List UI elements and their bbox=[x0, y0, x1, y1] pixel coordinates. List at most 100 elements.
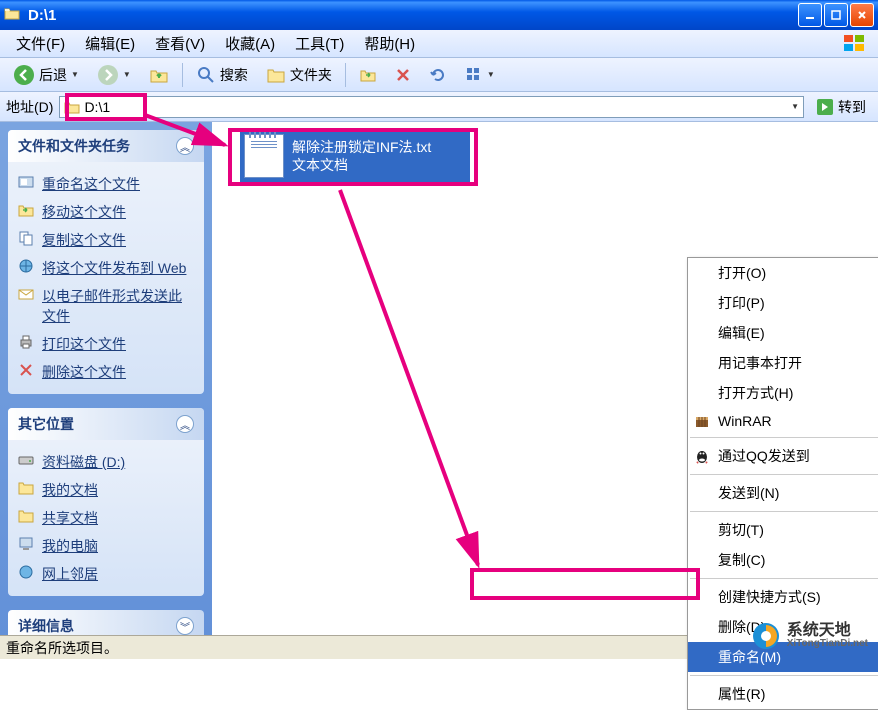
ctx-properties[interactable]: 属性(R) bbox=[688, 679, 878, 709]
move-to-button[interactable] bbox=[352, 63, 384, 87]
other-places-panel: 其它位置 ︽ 资料磁盘 (D:) 我的文档 共享文档 我的电脑 网上邻居 bbox=[8, 408, 204, 596]
rename-icon bbox=[18, 174, 34, 190]
ctx-qq-send[interactable]: 通过QQ发送到 bbox=[688, 441, 878, 471]
ctx-send-to[interactable]: 发送到(N)▶ bbox=[688, 478, 878, 508]
delete-icon bbox=[18, 362, 34, 378]
toolbar: 后退 ▼ ▼ 搜索 文件夹 ▼ bbox=[0, 58, 878, 92]
sidebar: 文件和文件夹任务 ︽ 重命名这个文件 移动这个文件 复制这个文件 将这个文件发布… bbox=[0, 122, 212, 659]
task-email[interactable]: 以电子邮件形式发送此文件 bbox=[18, 282, 194, 330]
menu-help[interactable]: 帮助(H) bbox=[354, 31, 425, 56]
winrar-icon bbox=[694, 413, 710, 429]
other-places-header[interactable]: 其它位置 ︽ bbox=[8, 408, 204, 440]
menu-file[interactable]: 文件(F) bbox=[6, 31, 75, 56]
file-item[interactable]: 解除注册锁定INF法.txt 文本文档 bbox=[240, 130, 470, 182]
documents-icon bbox=[18, 480, 34, 496]
ctx-open[interactable]: 打开(O) bbox=[688, 258, 878, 288]
address-path: D:\1 bbox=[84, 99, 110, 115]
place-network[interactable]: 网上邻居 bbox=[18, 560, 194, 588]
menu-bar: 文件(F) 编辑(E) 查看(V) 收藏(A) 工具(T) 帮助(H) bbox=[0, 30, 878, 58]
address-label: 地址(D) bbox=[6, 97, 53, 117]
up-folder-icon bbox=[149, 65, 169, 85]
expand-icon: ︾ bbox=[176, 617, 194, 635]
tasks-panel: 文件和文件夹任务 ︽ 重命名这个文件 移动这个文件 复制这个文件 将这个文件发布… bbox=[8, 130, 204, 394]
shared-icon bbox=[18, 508, 34, 524]
forward-icon bbox=[97, 64, 119, 86]
folder-icon bbox=[4, 6, 22, 24]
go-icon bbox=[816, 98, 834, 116]
views-button[interactable]: ▼ bbox=[458, 63, 502, 87]
dropdown-icon: ▼ bbox=[123, 70, 131, 79]
delete-button[interactable] bbox=[388, 64, 418, 86]
views-icon bbox=[465, 66, 483, 84]
menu-favorites[interactable]: 收藏(A) bbox=[215, 31, 285, 56]
window-controls bbox=[798, 3, 874, 27]
place-documents[interactable]: 我的文档 bbox=[18, 476, 194, 504]
ctx-separator bbox=[690, 511, 878, 512]
computer-icon bbox=[18, 536, 34, 552]
folder-icon bbox=[64, 100, 80, 114]
window-titlebar: D:\1 bbox=[0, 0, 878, 30]
watermark: 系统天地 XiTongTianDi.net bbox=[751, 621, 868, 651]
back-icon bbox=[13, 64, 35, 86]
tasks-panel-header[interactable]: 文件和文件夹任务 ︽ bbox=[8, 130, 204, 162]
print-icon bbox=[18, 334, 34, 350]
search-icon bbox=[196, 65, 216, 85]
back-button[interactable]: 后退 ▼ bbox=[6, 61, 86, 89]
folders-icon bbox=[266, 65, 286, 85]
task-move[interactable]: 移动这个文件 bbox=[18, 198, 194, 226]
maximize-button[interactable] bbox=[824, 3, 848, 27]
move-icon bbox=[18, 202, 34, 218]
close-button[interactable] bbox=[850, 3, 874, 27]
minimize-button[interactable] bbox=[798, 3, 822, 27]
watermark-url: XiTongTianDi.net bbox=[787, 639, 868, 649]
copy-icon bbox=[18, 230, 34, 246]
ctx-separator bbox=[690, 437, 878, 438]
ctx-separator bbox=[690, 474, 878, 475]
network-icon bbox=[18, 564, 34, 580]
ctx-notepad[interactable]: 用记事本打开 bbox=[688, 348, 878, 378]
forward-button[interactable]: ▼ bbox=[90, 61, 138, 89]
watermark-name: 系统天地 bbox=[787, 623, 868, 639]
menu-view[interactable]: 查看(V) bbox=[145, 31, 215, 56]
place-drive[interactable]: 资料磁盘 (D:) bbox=[18, 448, 194, 476]
menu-tools[interactable]: 工具(T) bbox=[285, 31, 354, 56]
task-print[interactable]: 打印这个文件 bbox=[18, 330, 194, 358]
watermark-icon bbox=[751, 621, 781, 651]
place-computer[interactable]: 我的电脑 bbox=[18, 532, 194, 560]
task-delete[interactable]: 删除这个文件 bbox=[18, 358, 194, 386]
status-text: 重命名所选项目。 bbox=[6, 638, 118, 658]
ctx-open-with[interactable]: 打开方式(H)▶ bbox=[688, 378, 878, 408]
folders-button[interactable]: 文件夹 bbox=[259, 62, 339, 88]
file-name: 解除注册锁定INF法.txt bbox=[292, 138, 431, 156]
task-copy[interactable]: 复制这个文件 bbox=[18, 226, 194, 254]
search-button[interactable]: 搜索 bbox=[189, 62, 255, 88]
undo-icon bbox=[429, 66, 447, 84]
task-publish[interactable]: 将这个文件发布到 Web bbox=[18, 254, 194, 282]
menu-edit[interactable]: 编辑(E) bbox=[75, 31, 145, 56]
ctx-cut[interactable]: 剪切(T) bbox=[688, 515, 878, 545]
delete-icon bbox=[395, 67, 411, 83]
dropdown-icon: ▼ bbox=[71, 70, 79, 79]
place-shared[interactable]: 共享文档 bbox=[18, 504, 194, 532]
drive-icon bbox=[18, 452, 34, 468]
ctx-edit[interactable]: 编辑(E) bbox=[688, 318, 878, 348]
up-button[interactable] bbox=[142, 62, 176, 88]
file-list-area[interactable]: 解除注册锁定INF法.txt 文本文档 打开(O) 打印(P) 编辑(E) 用记… bbox=[212, 122, 878, 659]
file-type: 文本文档 bbox=[292, 156, 431, 174]
task-rename[interactable]: 重命名这个文件 bbox=[18, 170, 194, 198]
collapse-icon: ︽ bbox=[176, 137, 194, 155]
collapse-icon: ︽ bbox=[176, 415, 194, 433]
address-field[interactable]: D:\1 ▼ bbox=[59, 96, 804, 118]
address-bar: 地址(D) D:\1 ▼ 转到 bbox=[0, 92, 878, 122]
toolbar-separator bbox=[182, 63, 183, 87]
go-button[interactable]: 转到 bbox=[810, 95, 872, 119]
ctx-winrar[interactable]: WinRAR▶ bbox=[688, 408, 878, 434]
ctx-copy[interactable]: 复制(C) bbox=[688, 545, 878, 575]
toolbar-separator bbox=[345, 63, 346, 87]
ctx-shortcut[interactable]: 创建快捷方式(S) bbox=[688, 582, 878, 612]
ctx-print[interactable]: 打印(P) bbox=[688, 288, 878, 318]
undo-button[interactable] bbox=[422, 63, 454, 87]
mail-icon bbox=[18, 286, 34, 302]
globe-icon bbox=[18, 258, 34, 274]
dropdown-icon[interactable]: ▼ bbox=[791, 102, 799, 111]
